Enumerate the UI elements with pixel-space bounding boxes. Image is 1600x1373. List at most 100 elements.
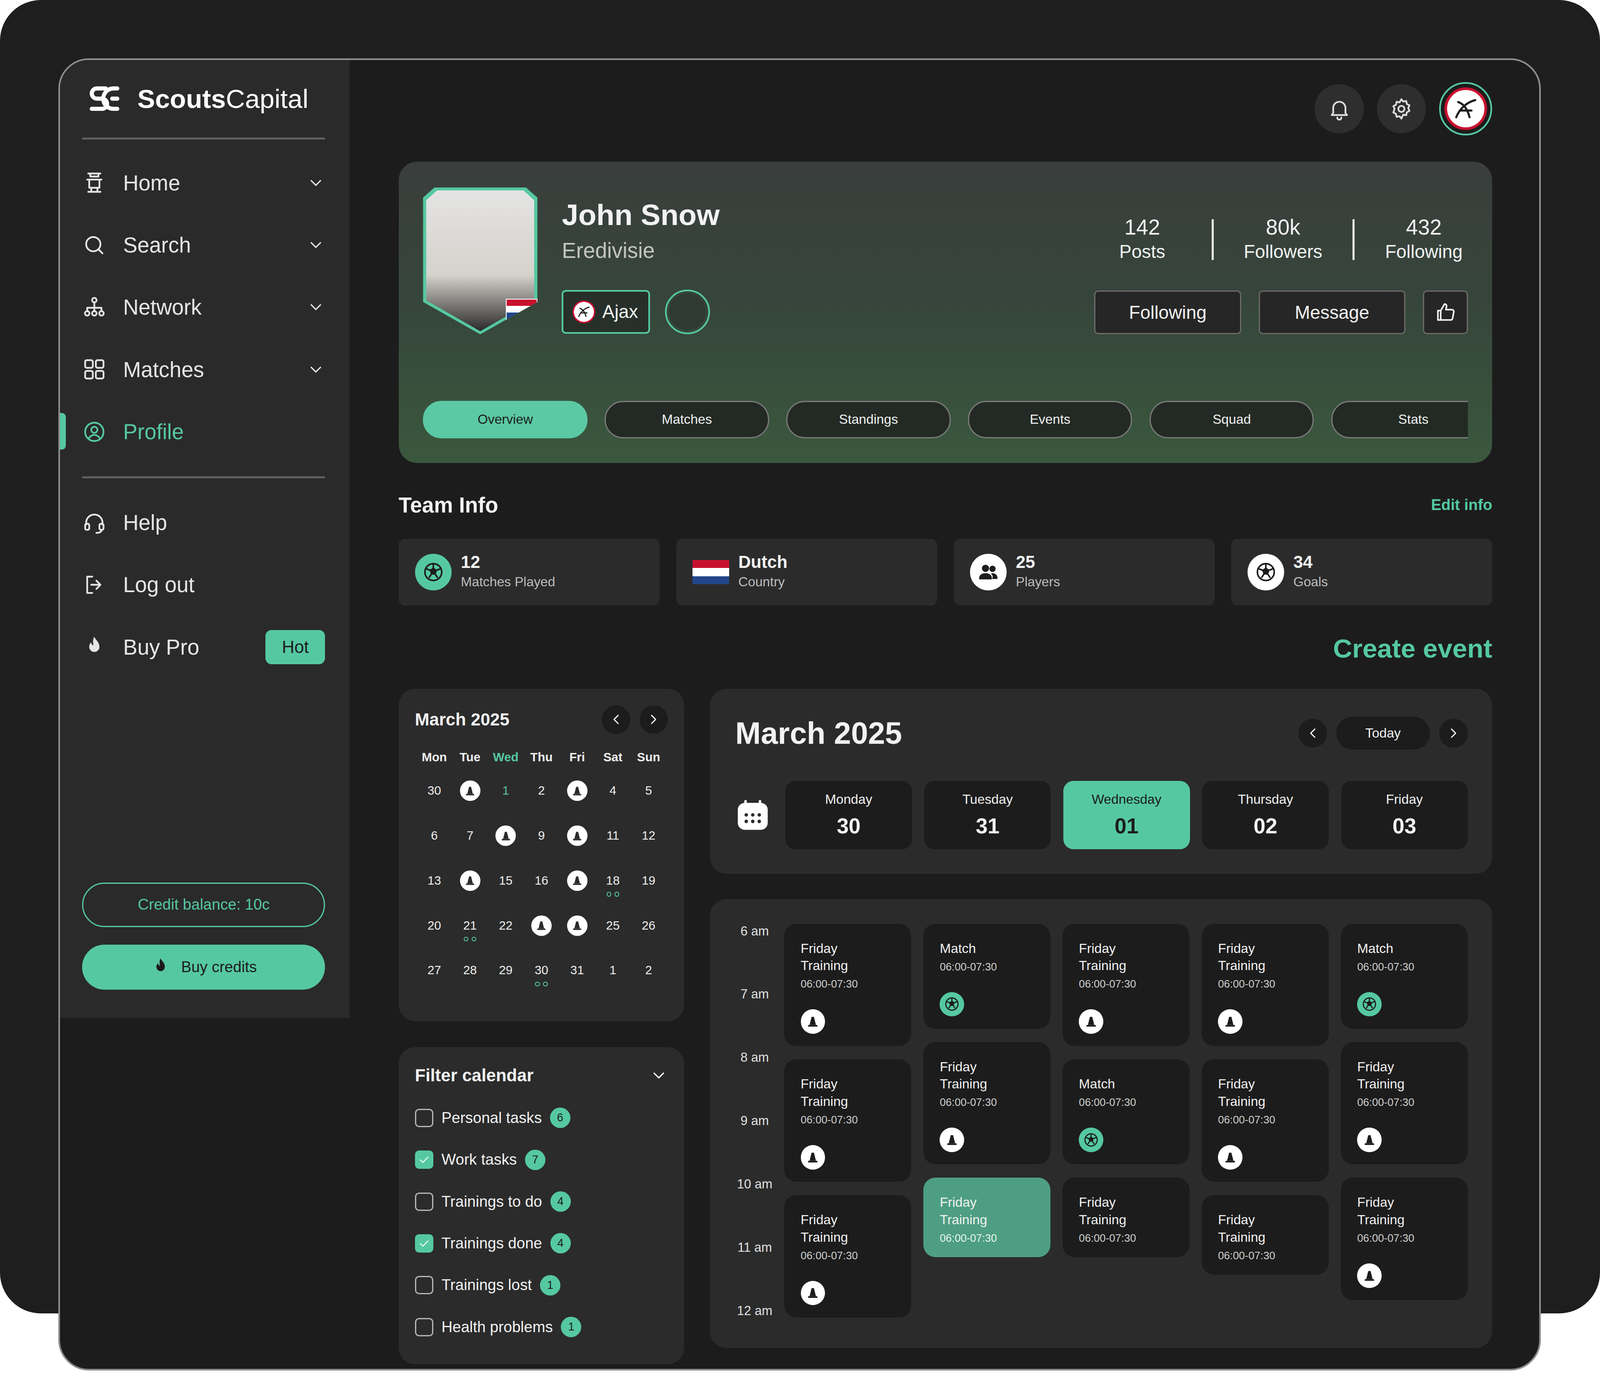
tab[interactable]: Matches [604, 400, 769, 439]
settings-button[interactable] [1377, 84, 1427, 134]
calendar-day[interactable]: 13 [416, 870, 453, 916]
filter-toggle[interactable]: Filter calendar [415, 1061, 668, 1090]
filter-item[interactable]: Trainings to do 4 [415, 1180, 668, 1223]
day-card[interactable]: Friday 03 [1341, 780, 1468, 850]
notifications-button[interactable] [1314, 84, 1364, 134]
checkbox[interactable] [415, 1275, 434, 1295]
event-card[interactable]: Friday Training 06:00-07:30 [1062, 923, 1190, 1047]
filter-item[interactable]: Personal tasks 6 [415, 1097, 668, 1139]
stat[interactable]: 142 Posts [1098, 215, 1187, 265]
sidebar-item[interactable]: Log out [82, 553, 325, 616]
calendar-day[interactable]: 29 [487, 960, 524, 1005]
calendar-day[interactable]: 21 [452, 915, 488, 961]
create-event-button[interactable]: Create event [1332, 632, 1493, 664]
sidebar-item[interactable]: Search [82, 213, 325, 276]
event-card[interactable]: Friday Training 06:00-07:30 [1062, 1177, 1190, 1258]
day-card[interactable]: Tuesday 31 [924, 780, 1051, 850]
calendar-day[interactable]: 25 [595, 915, 631, 961]
calendar-day[interactable]: 30 [523, 960, 560, 1005]
filter-item[interactable]: Work tasks 7 [415, 1138, 668, 1181]
calendar-day[interactable] [452, 870, 488, 916]
sidebar-item[interactable]: Network [82, 276, 325, 339]
buy-credits-button[interactable]: Buy credits [82, 944, 325, 990]
event-card[interactable]: Friday Training 06:00-07:30 [1340, 1177, 1468, 1300]
calendar-day[interactable]: 4 [595, 780, 631, 826]
calendar-day[interactable]: 1 [595, 960, 631, 1005]
today-button[interactable]: Today [1336, 716, 1430, 750]
calendar-day[interactable] [559, 825, 595, 871]
calendar-day[interactable]: 18 [595, 870, 631, 916]
checkbox[interactable] [415, 1192, 434, 1211]
calendar-day[interactable]: 2 [523, 780, 560, 826]
calendar-day[interactable]: 6 [416, 825, 453, 871]
checkbox[interactable] [415, 1234, 434, 1253]
calendar-day[interactable]: 28 [452, 960, 488, 1005]
stat[interactable]: 80k Followers [1239, 215, 1328, 265]
calendar-day[interactable]: 15 [487, 870, 524, 916]
event-card[interactable]: Friday Training 06:00-07:30 [1201, 923, 1329, 1047]
calendar-day[interactable]: 22 [487, 915, 524, 961]
event-card[interactable]: Friday Training 06:00-07:30 [784, 1059, 912, 1182]
calendar-day[interactable] [559, 780, 595, 826]
profile-action-button[interactable]: Following [1094, 290, 1242, 335]
tab[interactable]: Overview [422, 400, 588, 439]
filter-item[interactable]: Trainings done 4 [415, 1222, 668, 1265]
event-card[interactable]: Friday Training 06:00-07:30 [923, 1177, 1051, 1258]
calendar-day[interactable]: 5 [630, 780, 667, 826]
calendar-day[interactable]: 11 [595, 825, 631, 871]
checkbox[interactable] [415, 1150, 434, 1169]
sidebar-item[interactable]: Profile [82, 400, 325, 463]
calendar-day[interactable] [559, 915, 595, 961]
calendar-day[interactable]: 27 [416, 960, 453, 1005]
event-card[interactable]: Match 06:00-07:30 [1062, 1059, 1190, 1165]
sidebar-item[interactable]: Matches [82, 338, 325, 401]
sidebar-item[interactable]: Home [82, 151, 325, 214]
event-card[interactable]: Friday Training 06:00-07:30 [1201, 1195, 1329, 1275]
calendar-day[interactable]: 16 [523, 870, 560, 916]
event-card[interactable]: Friday Training 06:00-07:30 [1340, 1042, 1468, 1165]
prev-week-button[interactable] [1298, 718, 1328, 748]
calendar-day[interactable]: 30 [416, 780, 453, 826]
edit-info-link[interactable]: Edit info [1430, 496, 1493, 514]
calendar-day[interactable]: 12 [630, 825, 667, 871]
player-card-thumb[interactable] [665, 289, 710, 335]
filter-item[interactable]: Health problems 1 [415, 1306, 668, 1348]
calendar-day[interactable]: 9 [523, 825, 560, 871]
calendar-day[interactable]: 26 [630, 915, 667, 961]
event-card[interactable]: Match 06:00-07:30 [1340, 923, 1468, 1029]
event-card[interactable]: Match 06:00-07:30 [923, 923, 1051, 1029]
next-week-button[interactable] [1439, 718, 1468, 748]
prev-month-button[interactable] [601, 705, 631, 735]
event-card[interactable]: Friday Training 06:00-07:30 [1201, 1059, 1329, 1182]
stat[interactable]: 432 Following [1380, 215, 1468, 265]
calendar-day[interactable] [523, 915, 560, 961]
checkbox[interactable] [415, 1108, 434, 1128]
checkbox[interactable] [415, 1317, 434, 1337]
calendar-day[interactable]: 2 [630, 960, 667, 1005]
credit-balance[interactable]: Credit balance: 10c [82, 882, 325, 928]
sidebar-item[interactable]: Buy Pro Hot [82, 615, 325, 678]
tab[interactable]: Standings [786, 400, 951, 439]
tab[interactable]: Stats [1331, 400, 1468, 439]
club-button[interactable]: Ajax [561, 290, 650, 334]
event-card[interactable]: Friday Training 06:00-07:30 [923, 1042, 1051, 1165]
calendar-day[interactable]: 19 [630, 870, 667, 916]
event-card[interactable]: Friday Training 06:00-07:30 [784, 1195, 912, 1318]
profile-action-button[interactable]: Message [1258, 290, 1406, 335]
calendar-day[interactable]: 1 [487, 780, 524, 826]
day-card[interactable]: Thursday 02 [1202, 780, 1329, 850]
day-card[interactable]: Wednesday 01 [1063, 780, 1190, 850]
club-avatar[interactable] [1439, 82, 1493, 135]
filter-item[interactable]: Trainings lost 1 [415, 1264, 668, 1306]
like-button[interactable] [1422, 290, 1468, 335]
next-month-button[interactable] [639, 705, 669, 735]
calendar-day[interactable] [452, 780, 488, 826]
calendar-day[interactable]: 20 [416, 915, 453, 961]
tab[interactable]: Squad [1149, 400, 1314, 439]
calendar-day[interactable] [559, 870, 595, 916]
sidebar-item[interactable]: Help [82, 491, 325, 554]
calendar-day[interactable]: 7 [452, 825, 488, 871]
calendar-day[interactable] [487, 825, 524, 871]
event-card[interactable]: Friday Training 06:00-07:30 [784, 923, 912, 1047]
calendar-day[interactable]: 31 [559, 960, 595, 1005]
